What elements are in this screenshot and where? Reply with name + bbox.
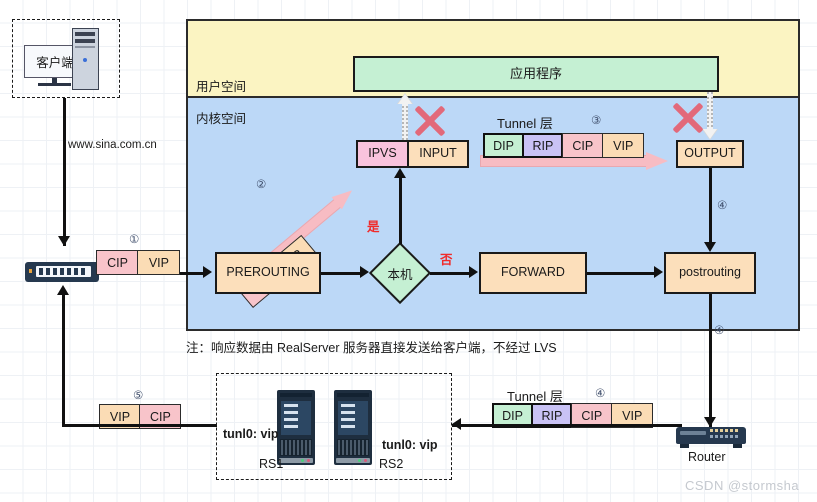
realserver-2-iface: tunl0: vip: [382, 438, 438, 452]
step-1-field-cip: CIP: [96, 250, 139, 275]
prerouting-to-decision-line: [321, 272, 363, 275]
output-box: OUTPUT: [676, 140, 744, 168]
output-to-postrouting-arrow: [704, 242, 716, 252]
tunnel-field-vip: VIP: [602, 133, 645, 158]
input-blocked-x-icon: [412, 103, 446, 137]
tunnel-step-number-bottom: ④: [595, 388, 606, 400]
prerouting-to-decision-arrow: [360, 266, 369, 278]
input-to-app-dotted-arrow: [397, 93, 413, 140]
step-1-field-vip: VIP: [137, 250, 181, 275]
realserver-2-name: RS2: [379, 457, 404, 471]
client-to-switch-arrow: [58, 236, 70, 246]
decision-no-label: 否: [440, 253, 453, 267]
router-to-realserver-line: [452, 424, 682, 427]
tunnel-layer-label-kernel: Tunnel 层: [497, 116, 553, 131]
application-box: 应用程序: [353, 56, 719, 92]
return-to-switch-arrow: [57, 285, 69, 295]
client-to-switch-line: [63, 98, 66, 246]
step-5-number: ⑤: [133, 390, 144, 402]
postrouting-to-router-line: [709, 294, 712, 428]
switch-icon: [25, 260, 99, 284]
router-to-realserver-arrow: [452, 418, 461, 430]
diagram-canvas: 用户空间 应用程序 内核空间 IPVS INPUT Tunnel 层 ③ DIP: [0, 0, 817, 502]
forward-to-postrouting-line: [587, 272, 656, 275]
note-text: 注：响应数据由 RealServer 服务器直接发送给客户端，不经过 LVS: [186, 341, 557, 355]
step-1-packet: CIP VIP: [96, 250, 181, 275]
prerouting-box: PREROUTING: [215, 252, 321, 294]
router-label: Router: [688, 450, 726, 464]
forward-to-postrouting-arrow: [654, 266, 663, 278]
output-blocked-x-icon: [670, 100, 704, 134]
user-space-label: 用户空间: [196, 80, 247, 94]
url-label: www.sina.com.cn: [68, 139, 157, 151]
decision-to-forward-line: [430, 272, 471, 275]
postrouting-box: postrouting: [664, 252, 756, 294]
tunnel-step-number-kernel: ③: [591, 115, 602, 127]
router-icon: [676, 425, 746, 449]
return-to-switch-line: [62, 294, 65, 426]
local-machine-label: 本机: [387, 267, 413, 282]
switch-to-prerouting-arrow: [203, 266, 212, 278]
app-to-output-dotted-arrow: [702, 92, 718, 140]
output-to-postrouting-line: [709, 168, 712, 242]
tunnel-field-rip: RIP: [522, 133, 564, 158]
realserver-1-icon: [277, 390, 315, 465]
kernel-space-label: 内核空间: [196, 112, 247, 126]
forward-box: FORWARD: [479, 252, 587, 294]
decision-yes-label: 是: [367, 220, 380, 234]
step-4-lower-number: ④: [714, 325, 725, 337]
input-box: INPUT: [407, 140, 469, 168]
client-tower-icon: [72, 28, 99, 90]
ipvs-box: IPVS: [356, 140, 409, 168]
decision-to-input-arrow: [394, 168, 406, 178]
decision-to-forward-arrow: [469, 266, 478, 278]
realserver-2-icon: [334, 390, 372, 465]
tunnel-field-dip: DIP: [483, 133, 524, 158]
decision-to-input-line: [399, 178, 402, 244]
realserver-1-name: RS1: [259, 457, 284, 471]
local-machine-decision: 本机: [368, 241, 432, 305]
realserver-1-iface: tunl0: vip: [223, 427, 279, 441]
tunnel-field-cip: CIP: [561, 133, 604, 158]
tunnel-packet-kernel: DIP RIP CIP VIP: [483, 133, 645, 158]
step-1-number: ①: [129, 234, 140, 246]
step-2-number: ②: [256, 179, 267, 191]
watermark: CSDN @stormsha: [685, 478, 800, 493]
step-4-upper-number: ④: [717, 200, 728, 212]
realserver-return-line: [62, 424, 217, 427]
